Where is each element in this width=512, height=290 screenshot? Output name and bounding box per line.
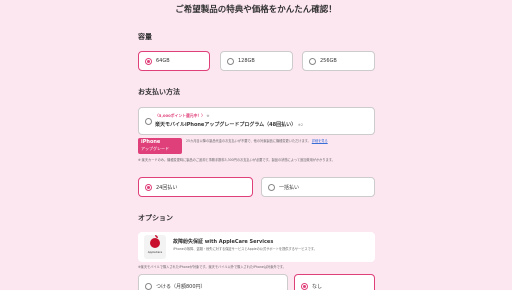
payment-option-label: 24回払い	[156, 185, 178, 191]
badge-upgrade-text: アップグレード	[141, 146, 169, 151]
radio-icon[interactable]	[145, 184, 152, 191]
radio-icon[interactable]	[145, 283, 152, 290]
payment-option-24[interactable]: 24回払い	[138, 177, 253, 197]
promo-program-line: 楽天モバイルiPhoneアップグレードプログラム（48回払い） ※2	[155, 121, 303, 128]
promo-points-note: ※	[206, 113, 210, 118]
capacity-option-label: 256GB	[320, 58, 337, 64]
option-title: オプション	[138, 214, 173, 222]
payment-option-lump-sum[interactable]: 一括払い	[261, 177, 375, 197]
applecare-logo-label: AppleCare	[147, 250, 163, 254]
applecare-card: AppleCare 故障紛失保証 with AppleCare Services…	[138, 232, 375, 262]
payment-fine-print: ※ 楽天カードのみ。機種変更時に製品のご返却と事務手数料3,300円のお支払いが…	[138, 158, 335, 162]
capacity-option-label: 128GB	[238, 58, 255, 64]
radio-icon[interactable]	[145, 118, 152, 125]
apple-logo-icon	[150, 235, 160, 248]
promo-program-name: 楽天モバイルiPhoneアップグレードプログラム（48回払い）	[155, 122, 297, 128]
option-choice-label: なし	[312, 284, 323, 290]
radio-icon[interactable]	[309, 58, 316, 65]
upgrade-detail-link[interactable]: 詳細を見る	[312, 139, 328, 143]
badge-iphone-text: iPhone	[141, 139, 161, 145]
option-no-applecare[interactable]: なし	[294, 274, 375, 290]
capacity-option-128gb[interactable]: 128GB	[220, 51, 293, 71]
promo-points-text: 〈5,000ポイント還元中！〉	[155, 113, 205, 118]
applecare-description: iPhoneの故障、盗難・紛失に対する保証サービスとAppleの公式サポートを提…	[173, 247, 317, 251]
payment-option-label: 一括払い	[279, 185, 300, 191]
capacity-option-256gb[interactable]: 256GB	[302, 51, 375, 71]
capacity-option-label: 64GB	[156, 58, 170, 64]
promo-points-line: 〈5,000ポイント還元中！〉 ※	[155, 113, 210, 119]
radio-icon[interactable]	[268, 184, 275, 191]
page-headline: ご希望製品の特典や価格をかんたん確認！	[175, 5, 337, 15]
option-add-applecare[interactable]: つける（月額800円）	[138, 274, 288, 290]
capacity-option-64gb[interactable]: 64GB	[138, 51, 210, 71]
radio-icon[interactable]	[145, 58, 152, 65]
promo-program-note: ※2	[297, 123, 304, 127]
upgrade-description-text: 25カ月目以降の製品代金のお支払いが不要で、他の対象製品に機種変更いただけます。	[186, 139, 311, 143]
option-choice-label: つける（月額800円）	[156, 284, 206, 290]
capacity-title: 容量	[138, 33, 152, 41]
radio-icon[interactable]	[227, 58, 234, 65]
upgrade-program-badge: iPhone アップグレード	[138, 138, 182, 154]
option-note: ※楽天モバイルで購入されたiPhoneが対象です。楽天モバイル以外で購入されたi…	[138, 265, 286, 269]
radio-icon[interactable]	[301, 283, 308, 290]
applecare-logo: AppleCare	[144, 235, 166, 259]
upgrade-description: 25カ月目以降の製品代金のお支払いが不要で、他の対象製品に機種変更いただけます。…	[186, 139, 376, 144]
payment-title: お支払い方法	[138, 88, 180, 96]
applecare-title: 故障紛失保証 with AppleCare Services	[173, 239, 274, 245]
